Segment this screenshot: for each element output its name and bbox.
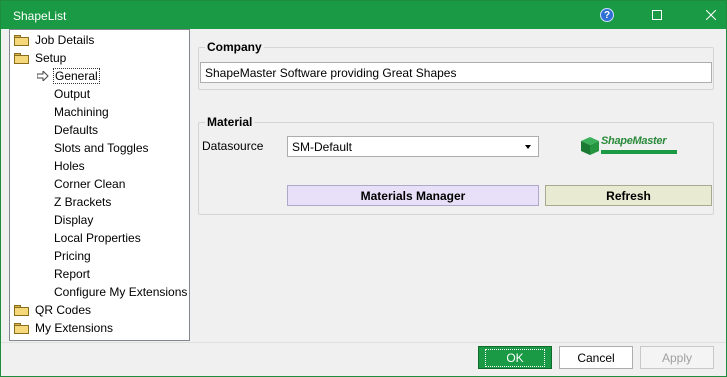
folder-icon [14, 34, 29, 46]
tree-item-label: Local Properties [54, 231, 141, 245]
footer-divider [1, 342, 726, 343]
tree-item-label: Machining [54, 105, 109, 119]
tree-item-slots-and-toggles[interactable]: Slots and Toggles [54, 139, 149, 157]
folder-icon [14, 304, 29, 316]
tree-item-label: Display [54, 213, 94, 227]
tree-item-label: Output [54, 87, 91, 101]
datasource-value: SM-Default [292, 140, 353, 154]
material-group-title: Material [205, 115, 255, 129]
chevron-down-icon [525, 145, 531, 149]
tree-item-general[interactable]: General [37, 67, 100, 85]
minimize-button[interactable] [637, 1, 677, 29]
tree-item-label: Defaults [54, 123, 99, 137]
close-icon [706, 10, 716, 20]
tree-item-local-properties[interactable]: Local Properties [54, 229, 141, 247]
shapemaster-logo: ShapeMaster [579, 134, 679, 158]
tree-item-report[interactable]: Report [54, 265, 90, 283]
tree-item-label: Report [54, 267, 91, 281]
title-bar: ShapeList ? [1, 1, 726, 29]
tree-item-job-details[interactable]: Job Details [14, 31, 94, 49]
refresh-button[interactable]: Refresh [545, 185, 712, 206]
tree-item-defaults[interactable]: Defaults [54, 121, 98, 139]
apply-button[interactable]: Apply [640, 346, 714, 369]
tree-item-label: General [53, 68, 100, 84]
folder-icon [14, 322, 29, 334]
window-title: ShapeList [13, 9, 67, 23]
settings-tree: Job Details Setup General Output Machini… [9, 29, 190, 341]
tree-item-label: Pricing [54, 249, 91, 263]
logo-text: ShapeMaster [601, 135, 667, 147]
tree-item-configure-my-extensions[interactable]: Configure My Extensions [54, 283, 187, 301]
close-button[interactable] [691, 1, 727, 29]
datasource-label: Datasource [202, 139, 264, 153]
tree-item-label: Corner Clean [54, 177, 126, 191]
shapemaster-logo-icon [581, 137, 599, 155]
tree-item-label: My Extensions [35, 321, 114, 335]
tree-item-label: Holes [54, 159, 85, 173]
tree-item-label: Z Brackets [54, 195, 112, 209]
tree-item-label: Configure My Extensions [54, 285, 188, 299]
maximize-icon [652, 10, 662, 20]
tree-item-pricing[interactable]: Pricing [54, 247, 91, 265]
tree-item-machining[interactable]: Machining [54, 103, 109, 121]
tree-item-z-brackets[interactable]: Z Brackets [54, 193, 111, 211]
company-name-field[interactable]: ShapeMaster Software providing Great Sha… [200, 62, 712, 83]
tree-item-corner-clean[interactable]: Corner Clean [54, 175, 125, 193]
tree-item-label: Setup [35, 51, 67, 65]
ok-button[interactable]: OK [478, 346, 552, 369]
tree-item-setup[interactable]: Setup [14, 49, 66, 67]
tree-item-output[interactable]: Output [54, 85, 90, 103]
logo-bar [601, 150, 677, 154]
tree-item-display[interactable]: Display [54, 211, 93, 229]
tree-item-holes[interactable]: Holes [54, 157, 85, 175]
tree-item-qr-codes[interactable]: QR Codes [14, 301, 91, 319]
tree-item-label: Slots and Toggles [54, 141, 149, 155]
tree-item-label: Job Details [35, 33, 95, 47]
help-button[interactable]: ? [587, 1, 627, 29]
materials-manager-button[interactable]: Materials Manager [287, 185, 539, 206]
cancel-button[interactable]: Cancel [559, 346, 633, 369]
tree-item-my-extensions[interactable]: My Extensions [14, 319, 113, 337]
tree-item-label: QR Codes [35, 303, 92, 317]
ok-button-label: OK [485, 348, 545, 367]
help-icon: ? [600, 8, 614, 22]
shapelist-window: ShapeList ? Job Details Setup General Ou… [0, 0, 727, 377]
folder-icon [14, 52, 29, 64]
datasource-select[interactable]: SM-Default [287, 136, 539, 157]
company-group-title: Company [205, 40, 264, 54]
arrow-right-icon [37, 71, 49, 81]
